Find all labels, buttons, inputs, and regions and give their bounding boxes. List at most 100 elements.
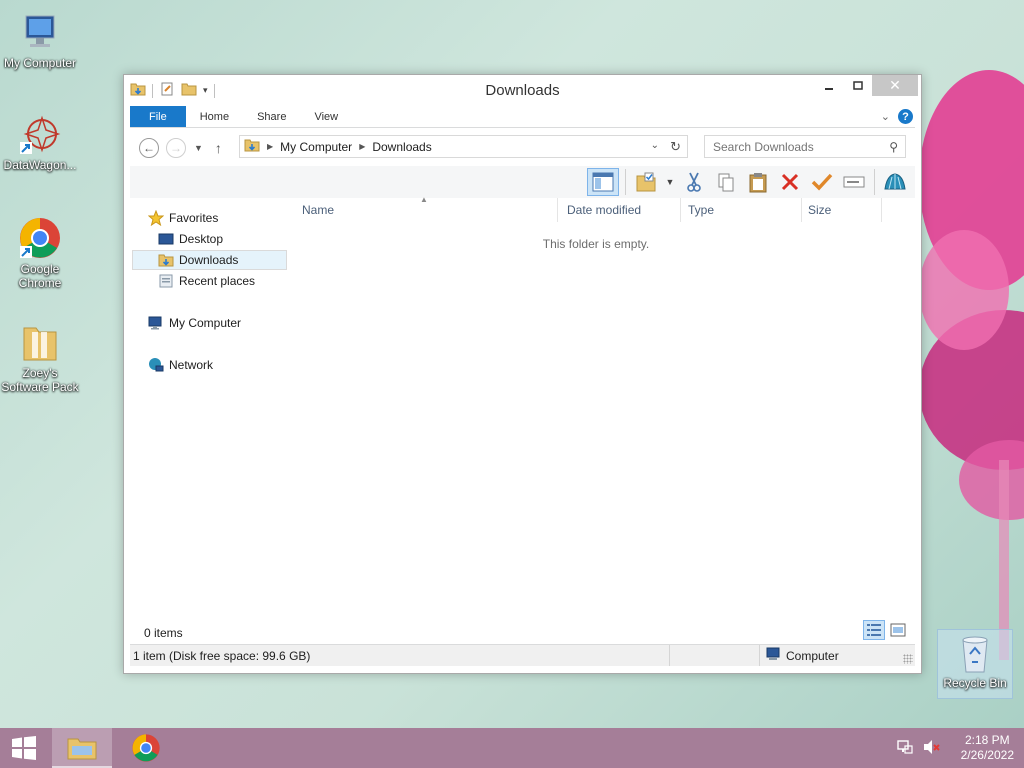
tab-view[interactable]: View	[300, 106, 352, 127]
desktop-icon-recycle-bin[interactable]: Recycle Bin	[937, 629, 1013, 699]
details-view-button[interactable]	[863, 620, 885, 640]
check-icon[interactable]	[808, 168, 836, 196]
navigation-bar: ← → ▼ ↑ ▶ My Computer ▶ Downloads ⌄ ↻ ⚲	[130, 133, 915, 162]
dropdown-icon[interactable]: ▼	[664, 168, 676, 196]
desktop-icon-google-chrome[interactable]: Google Chrome	[0, 216, 80, 290]
help-icon[interactable]: ?	[898, 109, 913, 124]
desktop-icon-label: Recycle Bin	[943, 676, 1007, 690]
taskbar-file-explorer[interactable]	[52, 728, 112, 768]
desktop-icon-datawagon[interactable]: DataWagon...	[0, 112, 80, 172]
file-list[interactable]: ▲ Name Date modified Type Size This fold…	[296, 195, 915, 628]
search-icon[interactable]: ⚲	[889, 140, 898, 154]
chrome-icon	[132, 734, 160, 762]
status-zone-label: Computer	[786, 648, 839, 663]
item-count: 0 items	[144, 626, 183, 640]
tab-home[interactable]: Home	[186, 106, 243, 127]
desktop-icon-label: DataWagon...	[3, 158, 77, 172]
ribbon-tabs: File Home Share View	[130, 106, 915, 128]
nav-label: Recent places	[179, 274, 256, 288]
select-folder-button[interactable]	[632, 168, 660, 196]
recent-locations-icon[interactable]: ▼	[194, 143, 203, 153]
column-header-name[interactable]: Name	[296, 198, 558, 222]
paste-button[interactable]	[744, 168, 772, 196]
nav-desktop[interactable]: Desktop	[158, 229, 287, 249]
close-button[interactable]: ✕	[872, 75, 918, 96]
nav-label: Favorites	[169, 211, 219, 225]
delete-button[interactable]	[776, 168, 804, 196]
taskbar-chrome[interactable]	[116, 728, 176, 768]
search-input[interactable]	[713, 139, 873, 154]
copy-button[interactable]	[712, 168, 740, 196]
network-tray-icon[interactable]	[896, 739, 913, 758]
clock[interactable]: 2:18 PM 2/26/2022	[961, 733, 1014, 763]
recent-places-icon	[158, 273, 174, 289]
ribbon-right-controls: ⌄ ?	[881, 109, 913, 124]
volume-muted-icon[interactable]	[923, 739, 941, 758]
address-dropdown-icon[interactable]: ⌄	[651, 140, 659, 151]
desktop-icon-my-computer[interactable]: My Computer	[0, 10, 80, 70]
chrome-icon	[18, 216, 62, 260]
expand-ribbon-icon[interactable]: ⌄	[881, 110, 890, 123]
rename-button[interactable]	[840, 168, 868, 196]
cut-button[interactable]	[680, 168, 708, 196]
title-bar[interactable]: ▾ Downloads ✕	[124, 75, 921, 105]
preview-pane-button[interactable]	[587, 168, 619, 196]
downloads-icon	[158, 252, 174, 268]
large-icons-view-button[interactable]	[887, 620, 909, 640]
nav-my-computer[interactable]: My Computer	[148, 313, 305, 333]
tab-file[interactable]: File	[130, 106, 186, 127]
status-disk-info: 1 item (Disk free space: 99.6 GB)	[130, 645, 670, 666]
command-toolbar: ▼	[130, 166, 915, 198]
column-header-type[interactable]: Type	[682, 198, 802, 222]
status-divider	[670, 645, 760, 666]
nav-favorites[interactable]: Favorites	[148, 208, 305, 228]
breadcrumb-chevron-icon[interactable]: ▶	[267, 142, 273, 151]
up-button[interactable]: ↑	[215, 140, 222, 156]
empty-folder-message: This folder is empty.	[542, 237, 650, 251]
minimize-button[interactable]	[814, 75, 843, 96]
back-button[interactable]: ←	[139, 137, 159, 158]
address-bar[interactable]: ▶ My Computer ▶ Downloads ⌄ ↻	[239, 135, 688, 158]
forward-button[interactable]: →	[166, 137, 186, 158]
clock-date: 2/26/2022	[960, 748, 1014, 762]
folder-icon	[18, 320, 62, 364]
tab-share[interactable]: Share	[243, 106, 300, 127]
window-controls: ✕	[814, 75, 918, 96]
explorer-window[interactable]: ▾ Downloads ✕ File Home Share View ⌄ ? ←…	[123, 74, 922, 674]
desktop-icon-label: Zoey's Software Pack	[1, 366, 79, 394]
maximize-button[interactable]	[843, 75, 872, 96]
breadcrumb-my-computer[interactable]: My Computer	[280, 140, 352, 154]
nav-downloads[interactable]: Downloads	[132, 250, 287, 270]
nav-label: My Computer	[169, 316, 242, 330]
breadcrumb-chevron-icon[interactable]: ▶	[359, 142, 365, 151]
refresh-icon[interactable]: ↻	[670, 139, 681, 155]
desktop-icon-label: Google Chrome	[18, 262, 62, 290]
computer-icon	[766, 647, 782, 664]
desktop-icon	[158, 231, 174, 247]
search-box[interactable]: ⚲	[704, 135, 906, 158]
breadcrumb-downloads[interactable]: Downloads	[372, 140, 431, 154]
shell-icon[interactable]	[881, 168, 909, 196]
file-explorer-icon	[67, 738, 97, 760]
column-header-size[interactable]: Size	[802, 198, 882, 222]
star-icon	[148, 210, 164, 226]
start-button[interactable]	[0, 728, 48, 768]
nav-recent-places[interactable]: Recent places	[158, 271, 287, 291]
computer-icon	[18, 10, 62, 54]
window-title: Downloads	[485, 82, 560, 99]
windows-logo-icon	[12, 736, 36, 760]
desktop-icon-label: My Computer	[3, 56, 77, 70]
nav-label: Downloads	[179, 253, 239, 267]
network-icon	[148, 357, 164, 373]
nav-network[interactable]: Network	[148, 355, 305, 375]
status-bar: 1 item (Disk free space: 99.6 GB) Comput…	[130, 644, 915, 666]
column-header-date-modified[interactable]: Date modified	[561, 198, 681, 222]
navigation-pane: Favorites Desktop Downloads Recent place…	[130, 198, 290, 618]
nav-label: Desktop	[179, 232, 224, 246]
resize-grip[interactable]	[903, 654, 913, 664]
divider	[874, 169, 875, 195]
system-tray: 2:18 PM 2/26/2022	[896, 728, 1024, 768]
status-zone: Computer	[760, 647, 839, 664]
clock-time: 2:18 PM	[964, 733, 1010, 747]
desktop-icon-zoeys-software-pack[interactable]: Zoey's Software Pack	[0, 320, 80, 394]
